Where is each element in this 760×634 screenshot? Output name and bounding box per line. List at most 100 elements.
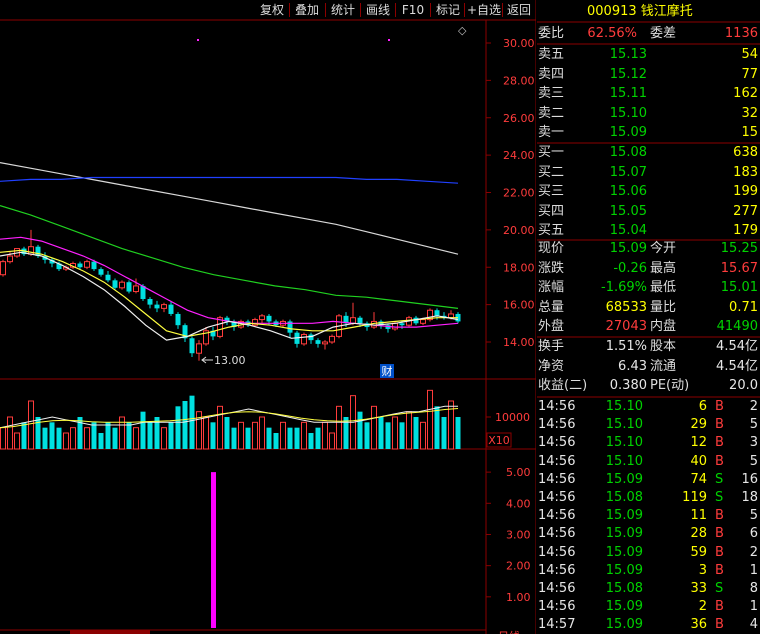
stat-value: 0.71 [729,299,758,315]
volume-bar [84,427,90,450]
toolbar-separator [325,3,326,17]
tick-side: B [715,508,724,524]
finance-label: PE(动) [650,378,690,393]
tick-side: B [715,562,724,578]
candle-body [84,261,90,268]
indicator-bar [211,472,216,628]
tick-volume: 12 [690,435,707,451]
tick-side: B [715,453,724,469]
toolbar-button-0[interactable]: 复权 [255,1,289,19]
volume-bar [448,400,454,450]
stat-label: 现价 [538,241,565,256]
volume-bar [413,417,419,449]
tick-time: 14:57 [538,617,576,633]
sell-level-label: 卖五 [538,47,565,62]
sell-level-volume: 162 [733,86,758,101]
toolbar-separator [502,3,503,17]
buy-level-label: 买二 [538,164,565,180]
toolbar-button-3[interactable]: 画线 [361,1,395,19]
tick-count: 8 [749,581,758,596]
tick-time: 14:56 [538,599,576,615]
toolbar-button-6[interactable]: +自选 [465,1,503,19]
candle-body [77,263,83,268]
buy-level-volume: 179 [733,223,758,238]
tick-count: 3 [749,435,758,451]
sell-level-label: 卖三 [538,86,565,101]
toolbar-button-5[interactable]: 标记 [431,1,465,19]
volume-bar [245,427,251,449]
tick-time: 14:56 [538,544,576,560]
buy-level-label: 买五 [538,223,565,238]
tick-count: 5 [749,508,758,524]
toolbar-button-7[interactable]: 返回 [503,1,535,19]
volume-bar [420,421,426,450]
volume-bar [126,422,132,449]
stat-label: 今开 [650,241,677,256]
tick-time: 14:56 [538,399,576,414]
volume-bar [105,422,111,449]
tick-side: S [715,490,724,505]
buy-level-label: 买三 [538,184,565,199]
candle-body [357,317,363,324]
volume-bar [455,417,461,449]
finance-label: 换手 [538,339,565,354]
tick-price: 15.10 [605,453,643,469]
tick-volume: 33 [690,581,707,596]
volume-bar [14,432,20,450]
sell-level-volume: 32 [741,105,758,121]
chart-area[interactable]: 30.00 28.00 26.00 24.00 22.00 20.00 18.00 16.00… [0,0,536,634]
candle-body [308,334,314,341]
sell-level-label: 卖四 [538,66,565,82]
tick-time: 14:56 [538,417,576,433]
price-tick-label: 26.00 [503,112,535,125]
tick-count: 1 [749,599,758,615]
volume-bar [0,427,6,450]
tick-time: 14:56 [538,471,576,487]
ma-line-green [0,205,459,309]
toolbar-separator [430,3,431,17]
tick-count: 1 [749,562,758,578]
candle-body [315,340,321,344]
stock-code: 000913 [587,4,637,19]
stat-label: 最高 [650,260,677,276]
volume-bar [91,422,97,449]
toolbar: 复权 叠加 统计 画线 F10 标记 +自选 返回 [0,0,536,20]
price-tick-label: 14.00 [503,336,535,349]
volume-bar [399,422,405,449]
tick-count: 5 [749,453,758,469]
candle-body [399,323,405,326]
date-readout-strip [70,630,150,634]
volume-bar [378,417,384,449]
ma-line-magenta [0,236,459,328]
tick-price: 15.09 [605,544,643,560]
indicator-tick-label: 2.00 [506,560,531,573]
tick-price: 15.09 [605,471,643,487]
tick-volume: 74 [690,471,707,487]
volume-bar [329,432,335,450]
volume-bar [112,427,118,449]
tick-price: 15.09 [605,599,643,615]
volume-tick-label: 10000 [495,411,530,424]
stock-title: 000913 钱江摩托 [587,4,693,20]
finance-value: 1.51% [605,339,647,354]
toolbar-button-1[interactable]: 叠加 [290,1,324,19]
sell-level-volume: 77 [741,66,758,82]
tick-side: B [715,599,724,615]
tick-time: 14:56 [538,526,576,542]
tick-volume: 3 [698,562,707,578]
candle-body [105,274,111,281]
toolbar-button-4[interactable]: F10 [396,1,430,19]
marker-dot [388,39,390,41]
volume-bar [98,433,104,449]
finance-label: 流通 [650,358,677,374]
candle-body [322,341,328,345]
buy-level-volume: 277 [733,203,758,219]
volume-bar [287,427,293,449]
volume-bar [252,421,258,450]
volume-bar [266,427,272,449]
stat-label: 涨跌 [538,260,565,276]
candle-body [259,315,265,321]
stat-value: -1.69% [601,280,647,295]
buy-level-volume: 199 [733,184,758,199]
toolbar-button-2[interactable]: 统计 [326,1,360,19]
